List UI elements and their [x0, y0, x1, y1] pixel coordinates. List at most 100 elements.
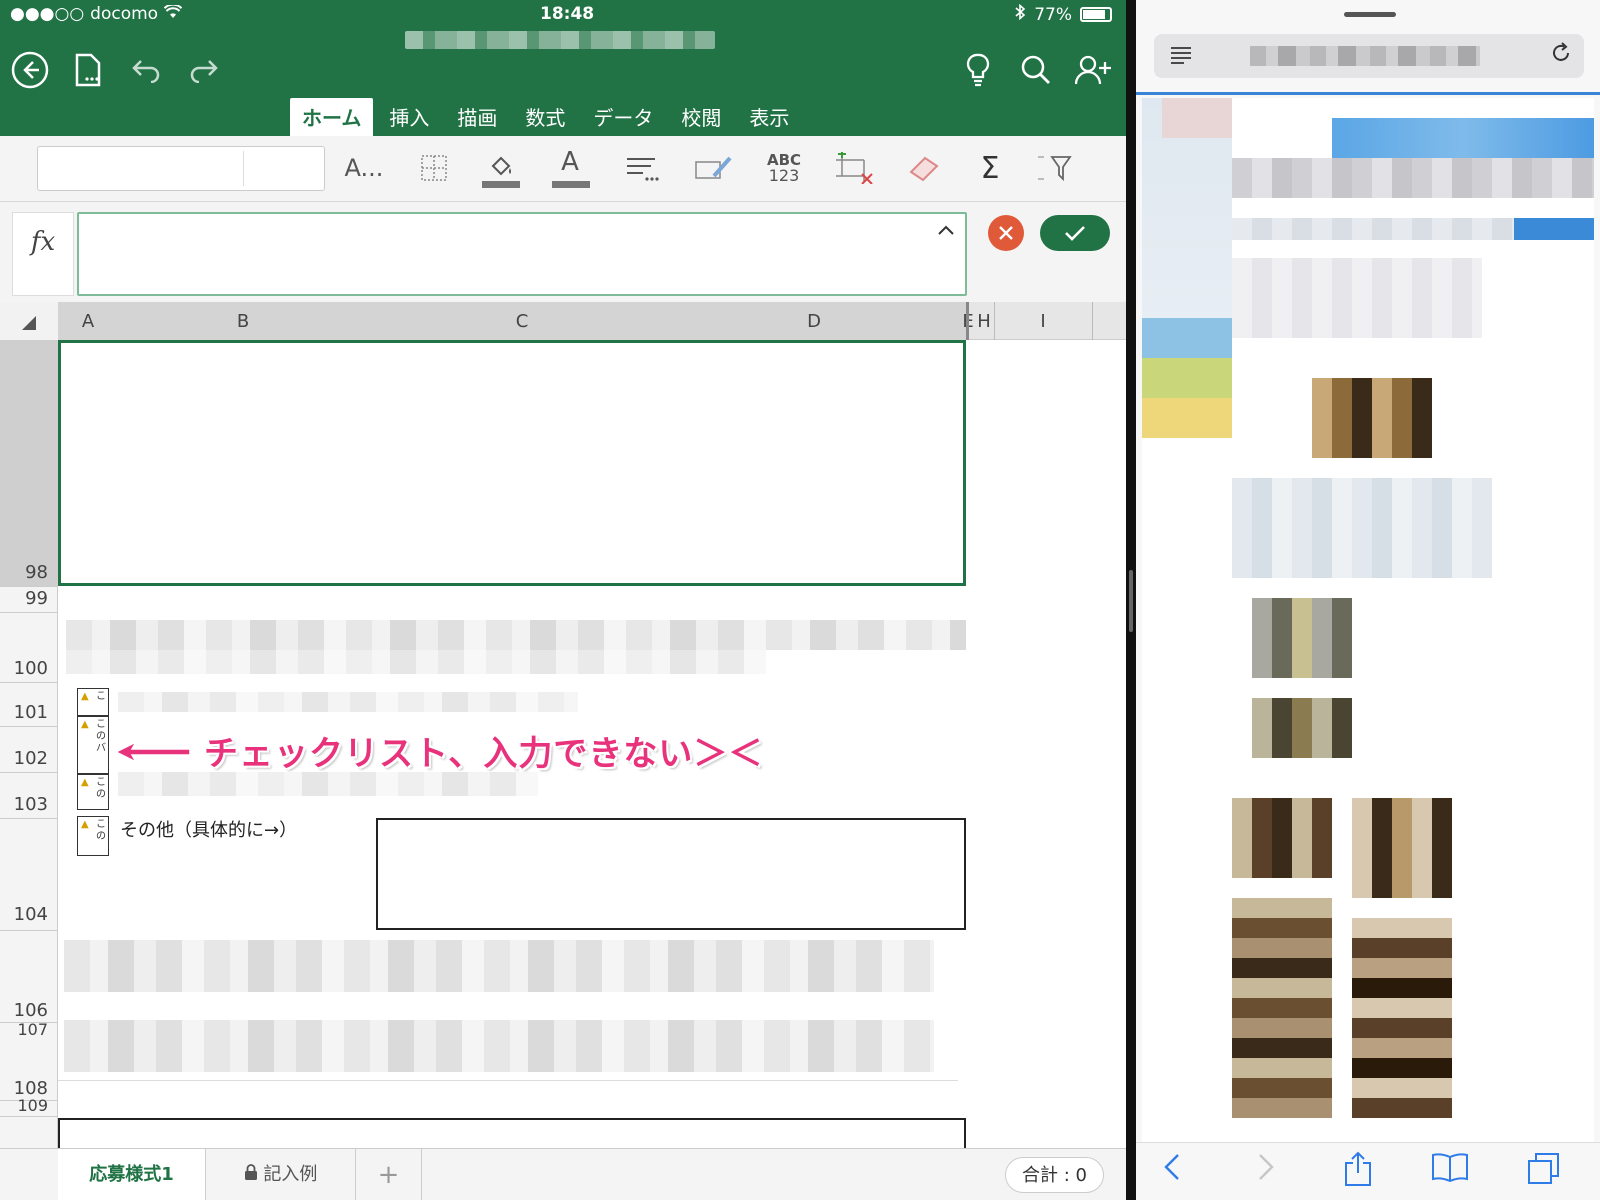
column-i[interactable]: I — [994, 302, 1092, 340]
tabs-icon[interactable] — [1522, 1151, 1566, 1193]
tab-data[interactable]: データ — [581, 98, 665, 136]
row-103[interactable]: 103 — [0, 794, 48, 815]
row-line — [0, 772, 58, 773]
checkbox-item[interactable]: ▲ こ の — [77, 774, 109, 810]
blur-block — [1232, 898, 1332, 1118]
warning-icon: ▲ — [81, 819, 89, 830]
borders-icon[interactable] — [410, 144, 458, 192]
sheet-grid[interactable]: ▲ こ ▲ こ の バ ▲ こ の ▲ こ の チェックリスト、入力できない＞＜… — [58, 340, 1126, 1148]
column-b[interactable]: B — [118, 302, 368, 340]
row-line — [0, 682, 58, 683]
font-color-icon[interactable]: A — [546, 144, 594, 192]
row-99[interactable]: 99 — [0, 588, 48, 609]
back-icon[interactable] — [10, 50, 50, 90]
checkbox-label-group: こ の — [96, 819, 108, 843]
blur-block — [1252, 598, 1352, 678]
text-box[interactable] — [58, 1118, 966, 1148]
share-add-person-icon[interactable] — [1074, 50, 1114, 90]
divider-handle[interactable] — [1129, 570, 1133, 632]
checkbox-label-group: こ の — [96, 777, 108, 801]
clear-eraser-icon[interactable] — [900, 144, 948, 192]
column-c[interactable]: C — [368, 302, 676, 340]
add-sheet-button[interactable]: + — [356, 1149, 422, 1200]
row-109[interactable]: 109 — [0, 1096, 48, 1115]
other-specify-box[interactable] — [376, 818, 966, 930]
other-specify-label: その他（具体的に→） — [120, 820, 298, 841]
number-format-button[interactable]: ABC 123 — [760, 144, 808, 192]
blurred-content — [118, 772, 538, 796]
tab-home[interactable]: ホーム — [290, 98, 374, 136]
split-view-divider[interactable] — [1126, 0, 1136, 1200]
sort-filter-icon[interactable] — [1030, 144, 1078, 192]
row-line — [0, 726, 58, 727]
selected-row-highlight — [0, 340, 58, 586]
home-toolbar: A... A ABC 123 Σ — [0, 136, 1126, 202]
checkbox-item[interactable]: ▲ こ — [77, 688, 109, 716]
signal-icon: ●●●○○ — [10, 4, 85, 24]
redo-icon[interactable] — [184, 50, 224, 90]
tab-draw[interactable]: 描画 — [445, 98, 509, 136]
row-line — [0, 586, 58, 587]
formula-input[interactable] — [77, 212, 967, 296]
alignment-icon[interactable] — [618, 144, 666, 192]
tab-review[interactable]: 校閲 — [669, 98, 733, 136]
checkbox-item[interactable]: ▲ こ の — [77, 816, 109, 856]
file-icon[interactable] — [68, 50, 108, 90]
insert-delete-cells-icon[interactable] — [830, 144, 878, 192]
share-icon[interactable] — [1336, 1151, 1380, 1193]
wifi-icon — [163, 3, 183, 24]
fx-button[interactable]: fx — [12, 212, 74, 296]
tab-formulas[interactable]: 数式 — [513, 98, 577, 136]
checkbox-char: こ — [96, 777, 106, 788]
autosum-icon[interactable]: Σ — [966, 144, 1014, 192]
row-107[interactable]: 107 — [0, 1020, 48, 1039]
page-load-progress — [1136, 92, 1600, 95]
row-101[interactable]: 101 — [0, 702, 48, 723]
back-icon[interactable] — [1150, 1151, 1194, 1193]
app-grabber[interactable] — [1344, 12, 1396, 17]
blur-block — [1142, 318, 1232, 358]
font-name-size-box[interactable] — [37, 146, 325, 191]
reload-icon[interactable] — [1548, 42, 1574, 68]
sheet-tab-example[interactable]: 記入例 — [206, 1149, 356, 1200]
blur-block — [1232, 478, 1492, 578]
column-header: A B C D E H I — [0, 302, 1126, 340]
lock-icon — [244, 1164, 264, 1185]
status-sum[interactable]: 合計 : 0 — [1005, 1157, 1104, 1193]
forward-icon[interactable] — [1244, 1151, 1288, 1193]
tell-me-lightbulb-icon[interactable] — [958, 50, 998, 90]
select-all-corner[interactable] — [0, 302, 58, 340]
column-a[interactable]: A — [58, 302, 118, 340]
font-format-button[interactable]: A... — [340, 144, 388, 192]
ribbon-tabs: ホーム 挿入 描画 数式 データ 校閲 表示 — [290, 98, 805, 136]
blur-block — [1232, 158, 1594, 198]
checkbox-item[interactable]: ▲ こ の バ — [77, 716, 109, 774]
fill-color-icon[interactable] — [476, 144, 524, 192]
sheet-tab-application[interactable]: 応募様式1 — [58, 1149, 206, 1200]
row-line — [0, 612, 58, 613]
sheet-tab-label: 記入例 — [263, 1164, 318, 1185]
tab-view[interactable]: 表示 — [737, 98, 801, 136]
carrier-label: docomo — [90, 4, 159, 24]
undo-icon[interactable] — [126, 50, 166, 90]
web-page-blurred[interactable] — [1142, 98, 1594, 1142]
reader-view-icon[interactable] — [1170, 46, 1192, 66]
row-104[interactable]: 104 — [0, 904, 48, 925]
cancel-entry-button[interactable] — [988, 215, 1024, 251]
bookmarks-icon[interactable] — [1428, 1151, 1472, 1193]
confirm-entry-button[interactable] — [1040, 215, 1110, 251]
row-102[interactable]: 102 — [0, 748, 48, 769]
cell-styles-icon[interactable] — [690, 144, 738, 192]
column-d[interactable]: D — [676, 302, 952, 340]
chevron-up-icon[interactable] — [937, 220, 957, 240]
blurred-content — [66, 650, 766, 674]
address-bar[interactable] — [1154, 34, 1584, 78]
search-icon[interactable] — [1016, 50, 1056, 90]
column-h[interactable]: H — [974, 302, 994, 340]
selected-cell-range[interactable] — [58, 340, 966, 586]
row-100[interactable]: 100 — [0, 658, 48, 679]
warning-icon: ▲ — [81, 719, 89, 730]
row-106[interactable]: 106 — [0, 1000, 48, 1021]
row-98[interactable]: 98 — [0, 562, 48, 583]
tab-insert[interactable]: 挿入 — [377, 98, 441, 136]
